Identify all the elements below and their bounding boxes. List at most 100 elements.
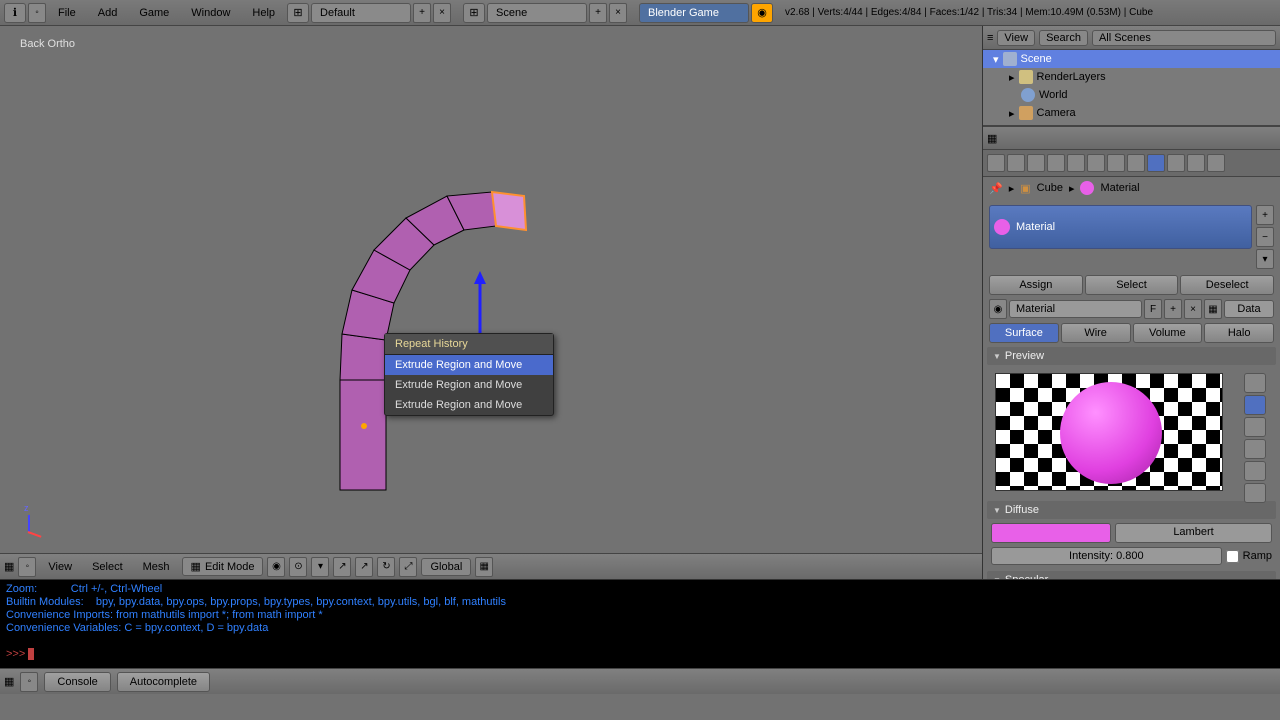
autocomplete-button[interactable]: Autocomplete — [117, 672, 210, 692]
editor-type-icon[interactable]: ℹ — [4, 3, 26, 23]
select-button[interactable]: Select — [1085, 275, 1179, 295]
tab-world-icon[interactable] — [1047, 154, 1065, 172]
delete-scene-icon[interactable]: × — [609, 3, 627, 23]
assign-button[interactable]: Assign — [989, 275, 1083, 295]
diffuse-panel-header[interactable]: Diffuse — [987, 501, 1276, 519]
pivot-point-icon[interactable]: ⊙ — [289, 557, 307, 577]
preview-panel-header[interactable]: Preview — [987, 347, 1276, 365]
tab-particles-icon[interactable] — [1187, 154, 1205, 172]
transform-orientation-dropdown[interactable]: Global — [421, 558, 471, 576]
diffuse-shader-dropdown[interactable]: Lambert — [1115, 523, 1272, 543]
outliner-item-scene[interactable]: ▾ Scene — [983, 50, 1280, 68]
breadcrumb-object[interactable]: Cube — [1037, 182, 1063, 194]
material-slot-0[interactable]: Material — [989, 205, 1252, 249]
console-editor-icon[interactable]: ▦ — [4, 675, 14, 688]
add-slot-button[interactable]: + — [1256, 205, 1274, 225]
material-name-field[interactable]: Material — [1009, 300, 1142, 318]
menu-file[interactable]: File — [48, 3, 86, 23]
3d-viewport[interactable]: Back Ortho Repeat His — [0, 26, 983, 579]
console-output[interactable]: Zoom: Ctrl +/-, Ctrl-Wheel Builtin Modul… — [0, 580, 1280, 668]
viewport-shading-icon[interactable]: ◉ — [267, 557, 285, 577]
rotate-manip-icon[interactable]: ↻ — [377, 557, 395, 577]
context-menu-item-1[interactable]: Extrude Region and Move — [385, 375, 553, 395]
remove-slot-button[interactable]: − — [1256, 227, 1274, 247]
view3d-editor-icon[interactable]: ▦ — [4, 560, 14, 573]
console-mode-button[interactable]: Console — [44, 672, 110, 692]
render-engine-dropdown[interactable]: Blender Game — [639, 3, 749, 23]
tab-modifiers-icon[interactable] — [1107, 154, 1125, 172]
fake-user-button[interactable]: F — [1144, 299, 1162, 319]
tab-renderlayers-icon[interactable] — [1007, 154, 1025, 172]
console-prompt[interactable]: >>> — [6, 648, 28, 660]
python-console: Zoom: Ctrl +/-, Ctrl-Wheel Builtin Modul… — [0, 579, 1280, 694]
screen-layout-dropdown[interactable]: Default — [311, 3, 411, 23]
preview-cube-icon[interactable] — [1244, 417, 1266, 437]
scene-browse-icon[interactable]: ⊞ — [463, 3, 485, 23]
pin-icon[interactable]: 📌 — [989, 182, 1003, 195]
mode-dropdown[interactable]: ▦ Edit Mode — [182, 557, 264, 576]
outliner-item-renderlayers[interactable]: ▸ RenderLayers — [983, 68, 1280, 86]
preview-sphere-icon[interactable] — [1244, 395, 1266, 415]
tab-render-icon[interactable] — [987, 154, 1005, 172]
menu-window[interactable]: Window — [181, 3, 240, 23]
diffuse-intensity-field[interactable]: Intensity: 0.800 — [991, 547, 1222, 565]
repeat-history-menu: Repeat History Extrude Region and Move E… — [384, 333, 554, 416]
context-menu-item-0[interactable]: Extrude Region and Move — [385, 355, 553, 375]
context-menu-item-2[interactable]: Extrude Region and Move — [385, 395, 553, 415]
preview-hair-icon[interactable] — [1244, 461, 1266, 481]
axes-indicator: z — [18, 509, 48, 539]
menu-add[interactable]: Add — [88, 3, 128, 23]
material-preview — [995, 373, 1223, 491]
menu-help[interactable]: Help — [242, 3, 285, 23]
view3d-menu-view[interactable]: View — [40, 559, 80, 575]
preview-sky-icon[interactable] — [1244, 483, 1266, 503]
tab-physics-icon[interactable] — [1207, 154, 1225, 172]
new-material-button[interactable]: + — [1164, 299, 1182, 319]
unlink-material-button[interactable]: × — [1184, 299, 1202, 319]
preview-flat-icon[interactable] — [1244, 373, 1266, 393]
preview-monkey-icon[interactable] — [1244, 439, 1266, 459]
halo-tab[interactable]: Halo — [1204, 323, 1274, 343]
outliner-filter[interactable]: All Scenes — [1092, 30, 1276, 46]
slot-specials-icon[interactable]: ▾ — [1256, 249, 1274, 269]
surface-tab[interactable]: Surface — [989, 323, 1059, 343]
scale-manip-icon[interactable]: ⤢ — [399, 557, 417, 577]
outliner-search[interactable]: Search — [1039, 30, 1088, 46]
view3d-collapse-icon[interactable]: ◦ — [18, 557, 36, 577]
tab-texture-icon[interactable] — [1167, 154, 1185, 172]
screen-browse-icon[interactable]: ⊞ — [287, 3, 309, 23]
manipulator-icon[interactable]: ↗ — [333, 557, 351, 577]
material-browse-icon[interactable]: ◉ — [989, 299, 1007, 319]
add-scene-icon[interactable]: + — [589, 3, 607, 23]
specular-panel-header[interactable]: Specular — [987, 571, 1276, 579]
properties-editor-icon[interactable]: ▦ — [987, 132, 997, 145]
wire-tab[interactable]: Wire — [1061, 323, 1131, 343]
console-collapse-icon[interactable]: ◦ — [20, 672, 38, 692]
collapse-menus-icon[interactable]: ◦ — [28, 3, 46, 23]
view3d-menu-mesh[interactable]: Mesh — [135, 559, 178, 575]
translate-manip-icon[interactable]: ↗ — [355, 557, 373, 577]
menu-game[interactable]: Game — [129, 3, 179, 23]
outliner-item-world[interactable]: World — [983, 86, 1280, 104]
delete-screen-icon[interactable]: × — [433, 3, 451, 23]
tab-objectdata-icon[interactable] — [1127, 154, 1145, 172]
outliner-editor-icon[interactable]: ≡ — [987, 32, 993, 44]
tab-material-icon[interactable] — [1147, 154, 1165, 172]
deselect-button[interactable]: Deselect — [1180, 275, 1274, 295]
pivot-align-icon[interactable]: ▾ — [311, 557, 329, 577]
diffuse-color-swatch[interactable] — [991, 523, 1111, 543]
tab-object-icon[interactable] — [1067, 154, 1085, 172]
diffuse-ramp-checkbox[interactable] — [1226, 550, 1239, 563]
node-toggle-icon[interactable]: ▦ — [1204, 299, 1222, 319]
layers-icon[interactable]: ▦ — [475, 557, 493, 577]
outliner-item-camera[interactable]: ▸ Camera — [983, 104, 1280, 122]
tab-scene-icon[interactable] — [1027, 154, 1045, 172]
add-screen-icon[interactable]: + — [413, 3, 431, 23]
link-mode-dropdown[interactable]: Data — [1224, 300, 1274, 318]
scene-name-field[interactable]: Scene — [487, 3, 587, 23]
outliner-view-mode[interactable]: View — [997, 30, 1035, 46]
volume-tab[interactable]: Volume — [1133, 323, 1203, 343]
breadcrumb-material[interactable]: Material — [1100, 182, 1139, 194]
view3d-menu-select[interactable]: Select — [84, 559, 131, 575]
tab-constraints-icon[interactable] — [1087, 154, 1105, 172]
